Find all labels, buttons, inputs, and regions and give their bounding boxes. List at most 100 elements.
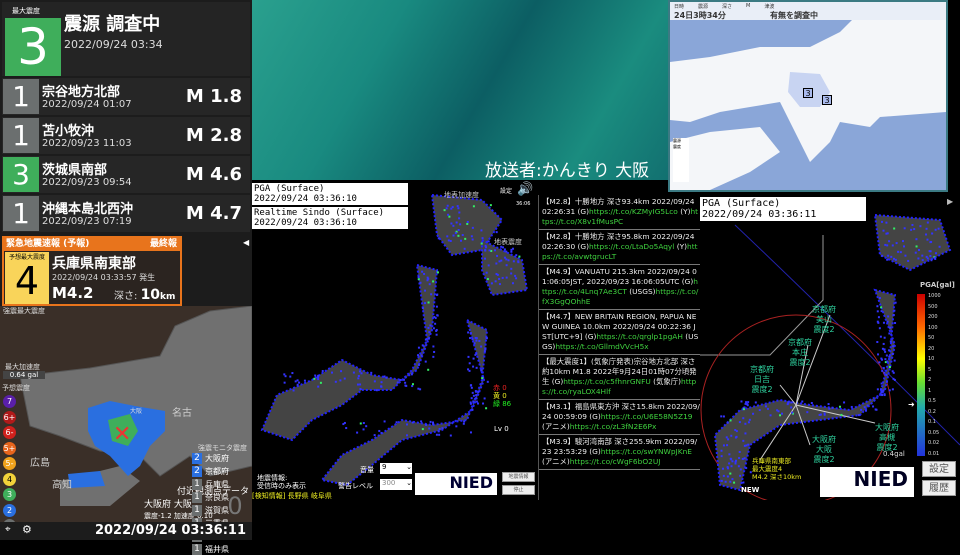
station-dot <box>410 373 413 376</box>
station-dot <box>319 381 322 384</box>
prefecture-intensity-badge: 1 <box>192 505 202 516</box>
station-dot <box>437 237 440 240</box>
history-magnitude: M 1.8 <box>185 86 242 107</box>
station-dot <box>879 388 882 391</box>
quake-tweet-feed[interactable]: 【M2.8】十勝地方 深さ93.4km 2022/09/24 02:26:31 … <box>538 195 703 510</box>
tweet-link[interactable]: https://t.co/cWgF6bO2UJ <box>570 457 661 466</box>
tweet-source: (アニメ) <box>542 422 570 431</box>
station-dot <box>284 375 287 378</box>
tweet-item[interactable]: 【M3.9】駿河湾南部 深さ255.9km 2022/09/23 23:53:2… <box>539 435 703 470</box>
station-dot <box>342 423 345 426</box>
station-dot <box>741 457 744 460</box>
station-dot <box>421 428 424 431</box>
intensity-scale-item: 3 <box>3 488 16 501</box>
history-button[interactable]: 履歴 <box>922 480 956 496</box>
station-dot <box>455 425 458 428</box>
kansai-legend: 震源 震度 <box>673 138 689 182</box>
tweet-item[interactable]: 【M4.7】NEW BRITAIN REGION, PAPUA NEW GUIN… <box>539 310 703 355</box>
settings-link[interactable]: 設定 <box>500 186 512 195</box>
tweet-item[interactable]: 【M3.1】福島県東方沖 深さ15.8km 2022/09/24 00:59:0… <box>539 400 703 435</box>
history-time: 2022/09/23 09:54 <box>42 177 132 188</box>
station-dot <box>934 228 937 231</box>
tweet-link[interactable]: https://t.co/c5fhnrGNFU <box>563 377 651 386</box>
station-dot <box>510 272 513 275</box>
station-dot <box>478 339 481 342</box>
station-dot <box>474 353 477 356</box>
station-dot <box>883 348 886 351</box>
station-dot <box>357 377 360 380</box>
eew-depth: 深さ: 10km <box>114 287 175 303</box>
station-dot <box>894 258 897 261</box>
eq-info-button[interactable]: 地震情報 <box>502 472 535 482</box>
tweet-link[interactable]: https://t.co/qrglp1pgAH <box>596 332 683 341</box>
volume-select[interactable]: 9 ⌄ <box>380 463 412 474</box>
station-dot <box>432 355 435 358</box>
station-dot <box>888 389 891 392</box>
tweet-link[interactable]: https://t.co/zL3fN2E6Px <box>570 422 657 431</box>
station-dot <box>880 393 883 396</box>
station-dot <box>503 248 506 251</box>
tweet-link[interactable]: https://t.co/swYNWpJKnE <box>601 447 692 456</box>
scale-tick: 0.5 <box>928 398 936 404</box>
collapse-arrow-icon[interactable]: ◀ <box>243 238 249 247</box>
station-dot <box>436 314 439 317</box>
station-dot <box>894 301 897 304</box>
station-dot <box>471 238 474 241</box>
history-item[interactable]: 1 宗谷地方北部 2022/09/24 01:07 M 1.8 <box>2 78 250 115</box>
station-dot <box>435 433 438 436</box>
level-indicator: Lv 0 <box>494 425 509 433</box>
station-dot <box>424 338 427 341</box>
warning-level-select[interactable]: 300 ⌄ <box>380 479 412 490</box>
station-dot <box>434 322 437 325</box>
tweet-item[interactable]: 【M4.9】VANUATU 215.3km 2022/09/24 01:06:0… <box>539 265 703 310</box>
station-dot <box>888 332 891 335</box>
prefecture-name: 大阪府 <box>205 454 229 463</box>
tweet-link[interactable]: https://t.co/LtaDo5Aqyl <box>589 242 674 251</box>
station-dot <box>878 361 881 364</box>
tweet-link[interactable]: https://t.co/U6E58N5Z19 <box>601 412 693 421</box>
tweet-link[interactable]: https://t.co/GllmdVVcH5x <box>555 342 648 351</box>
scale-tick: 50 <box>928 335 935 341</box>
sindo-label-box: Realtime Sindo (Surface) 2022/09/24 03:36… <box>252 207 408 229</box>
warning-level-value: 300 <box>382 479 396 487</box>
station-dot <box>746 403 749 406</box>
tweet-item[interactable]: 【M2.8】十勝地方 深さ93.4km 2022/09/24 02:26:31 … <box>539 195 703 230</box>
mini-clock: 36:06 <box>516 201 531 207</box>
station-dot <box>747 401 750 404</box>
station-dot <box>420 354 423 357</box>
station-dot <box>469 431 472 434</box>
station-dot <box>334 380 337 383</box>
speaker-icon[interactable]: 🔊 <box>517 182 533 197</box>
station-dot <box>514 274 517 277</box>
station-pref: 京都府 <box>750 365 774 374</box>
location-icon[interactable]: ⌖ <box>5 524 11 535</box>
station-dot <box>517 261 520 264</box>
settings-button[interactable]: 設定 <box>922 461 956 477</box>
prefecture-intensity-badge: 1 <box>192 479 202 490</box>
eew-intensity-label: 予想最大震度 <box>8 254 45 261</box>
tweet-item[interactable]: 【M2.8】十勝地方 深さ95.8km 2022/09/24 02:26:30 … <box>539 230 703 265</box>
station-dot <box>474 336 477 339</box>
earthquake-info-panel: 最大震度 3 震源 調査中 2022/09/24 03:34 緊急地震速報 (予… <box>0 0 252 555</box>
history-item[interactable]: 3 茨城県南部 2022/09/23 09:54 M 4.6 <box>2 156 250 193</box>
history-item[interactable]: 1 沖縄本島北西沖 2022/09/23 07:19 M 4.7 <box>2 195 250 232</box>
station-dot <box>480 345 483 348</box>
station-dot <box>495 273 498 276</box>
station-dot <box>485 407 488 410</box>
station-dot <box>505 276 508 279</box>
tweet-link[interactable]: https://t.co/KZMyIG5Lco <box>589 207 678 216</box>
play-icon[interactable]: ▶ <box>947 197 953 206</box>
gear-icon[interactable]: ⚙ <box>22 523 32 536</box>
pga-color-scale <box>917 294 925 456</box>
station-name: 本庄 <box>792 348 808 357</box>
station-dot <box>380 381 383 384</box>
history-item[interactable]: 1 苫小牧沖 2022/09/23 11:03 M 2.8 <box>2 117 250 154</box>
station-dot <box>370 371 373 374</box>
station-dot <box>458 217 461 220</box>
station-name: 高槻 <box>879 433 895 442</box>
station-dot <box>840 413 843 416</box>
station-dot <box>470 386 473 389</box>
latest-earthquake[interactable]: 最大震度 3 震源 調査中 2022/09/24 03:34 <box>2 2 250 76</box>
tweet-item[interactable]: 【最大震度1】(気象庁発表)宗谷地方北部 深さ約10km M1.8 2022年9… <box>539 355 703 400</box>
stop-button[interactable]: 停止 <box>502 485 535 495</box>
